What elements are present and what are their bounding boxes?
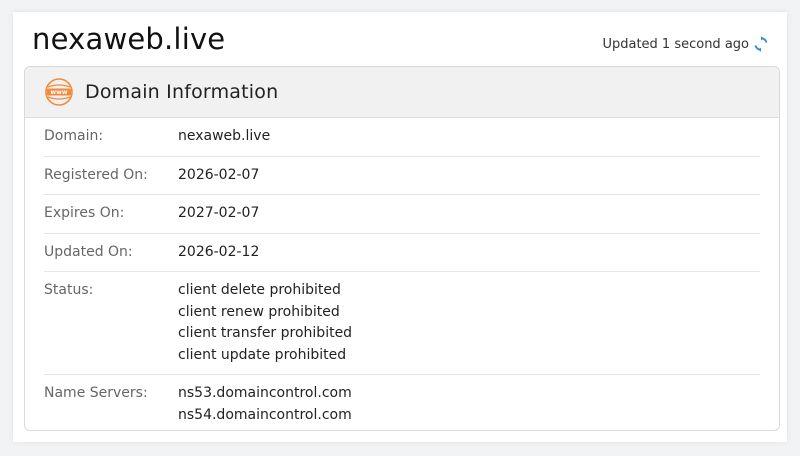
row-updated-on: Updated On: 2026-02-12 <box>44 234 760 272</box>
row-expires-on: Expires On: 2027-02-07 <box>44 195 760 234</box>
refresh-icon[interactable] <box>753 36 769 52</box>
card-title: Domain Information <box>85 81 279 103</box>
status-item: client delete prohibited <box>178 282 341 298</box>
row-value: nexaweb.live <box>178 126 270 148</box>
row-label: Status: <box>44 282 94 298</box>
name-server: ns54.domaincontrol.com <box>178 406 352 423</box>
updated-text: Updated 1 second ago <box>602 36 749 52</box>
row-value: 2026-02-07 <box>178 165 259 187</box>
updated-date: 2026-02-12 <box>178 243 260 260</box>
row-name-servers: Name Servers: ns53.domaincontrol.com ns5… <box>44 375 760 430</box>
info-table: Domain: nexaweb.live Registered On: 2026… <box>44 118 760 430</box>
row-registered-on: Registered On: 2026-02-07 <box>44 157 760 195</box>
status-item: client update prohibited <box>178 346 347 363</box>
expires-date: 2027-02-07 <box>178 205 260 221</box>
row-label: Name Servers: <box>44 385 148 401</box>
row-label: Expires On: <box>44 205 125 221</box>
status-item: client renew prohibited <box>178 303 340 320</box>
last-updated: Updated 1 second ago <box>602 36 769 52</box>
row-label: Updated On: <box>44 243 133 260</box>
www-globe-icon: www <box>44 77 74 107</box>
row-status: Status: client delete prohibited client … <box>44 272 760 375</box>
row-value: 2026-02-12 <box>178 242 259 264</box>
domain-value: nexaweb.live <box>178 128 271 144</box>
svg-text:www: www <box>50 89 67 96</box>
row-value: ns53.domaincontrol.com ns54.domaincontro… <box>178 383 352 426</box>
row-value: 2027-02-07 <box>178 203 259 225</box>
name-server: ns53.domaincontrol.com <box>178 385 352 401</box>
registered-date: 2026-02-07 <box>178 166 260 183</box>
domain-info-card: www Domain Information Domain: nexaweb.l… <box>24 66 780 431</box>
row-domain: Domain: nexaweb.live <box>44 118 760 157</box>
whois-panel: nexaweb.live Updated 1 second ago www Do… <box>13 12 787 442</box>
row-value: client delete prohibited client renew pr… <box>178 280 352 366</box>
status-item: client transfer prohibited <box>178 325 353 341</box>
page-title: nexaweb.live <box>32 22 226 56</box>
row-label: Registered On: <box>44 166 148 183</box>
card-header: www Domain Information <box>25 67 779 118</box>
row-label: Domain: <box>44 128 104 144</box>
